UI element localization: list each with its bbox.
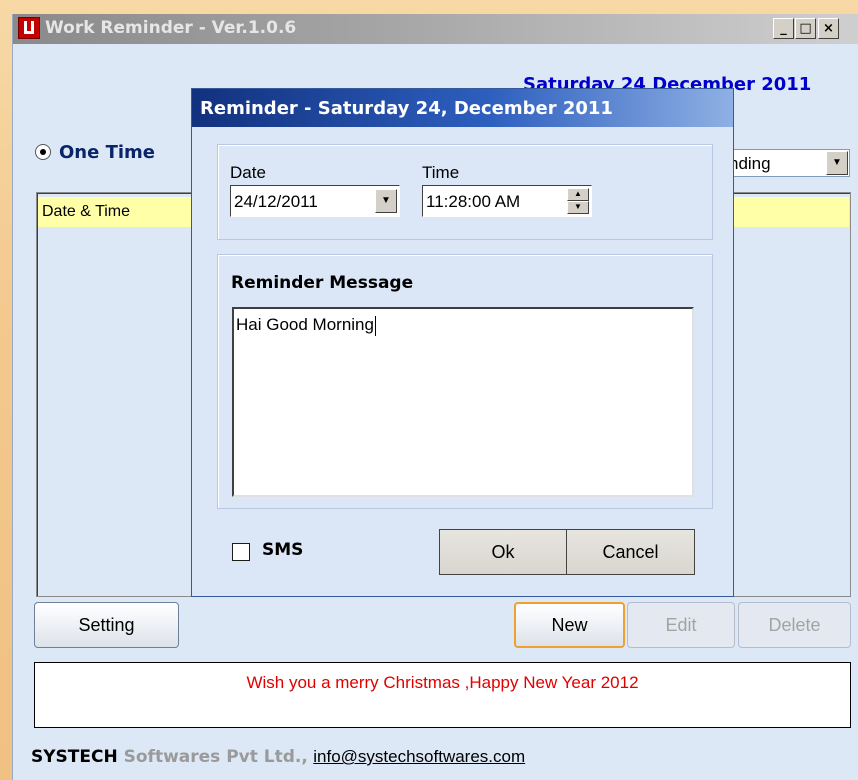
footer: SYSTECH Softwares Pvt Ltd., info@systech…	[31, 747, 525, 767]
main-titlebar[interactable]: Work Reminder - Ver.1.0.6 _ □ ×	[13, 14, 858, 44]
delete-button[interactable]: Delete	[738, 602, 851, 648]
sms-checkbox[interactable]	[232, 543, 250, 561]
column-header-date-time[interactable]: Date & Time	[42, 203, 130, 221]
close-button[interactable]: ×	[818, 18, 839, 39]
datetime-group: Date 24/12/2011 ▼ Time 11:28:00 AM ▲ ▼	[217, 144, 713, 240]
company-suffix: Softwares Pvt Ltd.,	[117, 747, 308, 767]
setting-button[interactable]: Setting	[34, 602, 179, 648]
reminder-message-input[interactable]: Hai Good Morning	[232, 307, 694, 497]
email-link[interactable]: info@systechsoftwares.com	[313, 747, 525, 766]
one-time-radio-label: One Time	[59, 142, 156, 163]
maximize-icon: □	[799, 21, 812, 36]
status-filter-value: nding	[729, 154, 771, 173]
time-picker[interactable]: 11:28:00 AM ▲ ▼	[422, 185, 592, 217]
new-button[interactable]: New	[514, 602, 625, 648]
time-increment-button[interactable]: ▲	[567, 188, 589, 201]
marquee-message: Wish you a merry Christmas ,Happy New Ye…	[34, 662, 851, 728]
close-icon: ×	[823, 21, 834, 36]
window-title: Work Reminder - Ver.1.0.6	[45, 18, 297, 38]
status-filter-select[interactable]: nding ▼	[728, 149, 850, 177]
maximize-button[interactable]: □	[795, 18, 816, 39]
edit-button[interactable]: Edit	[627, 602, 735, 648]
time-decrement-button[interactable]: ▼	[567, 201, 589, 214]
reminder-dialog: Reminder - Saturday 24, December 2011 Da…	[191, 88, 734, 597]
minimize-button[interactable]: _	[773, 18, 794, 39]
cancel-button[interactable]: Cancel	[566, 529, 695, 575]
app-icon	[18, 17, 40, 39]
arrow-up-icon: ▲	[574, 189, 582, 198]
date-picker[interactable]: 24/12/2011 ▼	[230, 185, 400, 217]
date-label: Date	[230, 163, 266, 182]
chevron-down-icon: ▼	[832, 157, 842, 168]
time-label: Time	[422, 163, 460, 182]
company-name: SYSTECH	[31, 747, 118, 767]
ok-button[interactable]: Ok	[439, 529, 567, 575]
time-value: 11:28:00 AM	[426, 192, 521, 211]
reminder-message-text: Hai Good Morning	[236, 315, 374, 334]
one-time-radio[interactable]	[35, 144, 51, 160]
arrow-down-icon: ▼	[574, 202, 582, 211]
date-dropdown-button[interactable]: ▼	[375, 189, 397, 213]
reminder-message-label: Reminder Message	[231, 273, 414, 293]
date-value: 24/12/2011	[234, 192, 318, 211]
sms-label[interactable]: SMS	[262, 540, 303, 560]
dialog-titlebar[interactable]: Reminder - Saturday 24, December 2011	[192, 89, 733, 127]
minimize-icon: _	[780, 21, 787, 36]
chevron-down-icon: ▼	[381, 195, 391, 206]
dialog-title: Reminder - Saturday 24, December 2011	[200, 98, 613, 119]
status-filter-dropdown-button[interactable]: ▼	[826, 151, 848, 175]
